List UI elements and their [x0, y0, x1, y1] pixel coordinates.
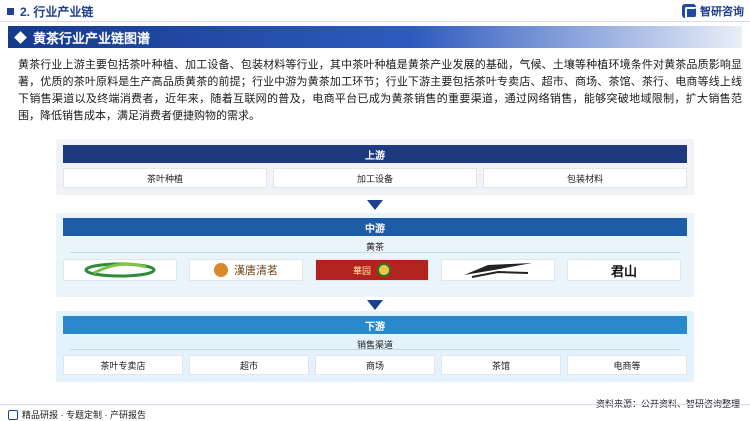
downstream-divider: [70, 349, 680, 350]
down-arrow-icon: [367, 200, 383, 210]
brand-logo: 智研咨询: [682, 3, 744, 19]
footer-divider: [0, 404, 750, 405]
top-bar: 2. 行业产业链: [0, 0, 750, 22]
upstream-item: 包装材料: [483, 168, 687, 188]
section-heading: 黄茶行业产业链图谱: [8, 26, 742, 48]
red-banner-logo-text: 華园: [352, 265, 371, 276]
footer-tagline: 精品研报 · 专题定制 · 产研报告: [22, 410, 146, 420]
page-title: 2. 行业产业链: [20, 4, 94, 19]
emblem-icon: [377, 263, 391, 277]
top-divider: [0, 21, 750, 22]
intro-paragraph: 黄茶行业上游主要包括茶叶种植、加工设备、包装材料等行业，其中茶叶种植是黄茶产业发…: [18, 59, 742, 122]
midstream-panel: 中游 黄茶 漢唐清茗 華园 君山: [56, 213, 694, 297]
brand-logo-icon: [682, 4, 697, 19]
green-swoosh-icon: [84, 262, 156, 278]
brand-name: 智研咨询: [700, 6, 744, 18]
midstream-divider: [70, 252, 680, 253]
downstream-item: 商场: [315, 355, 435, 375]
footer: 精品研报 · 专题定制 · 产研报告: [8, 408, 146, 421]
downstream-panel: 下游 销售渠道 茶叶专卖店 超市 商场 茶馆 电商等: [56, 311, 694, 382]
downstream-item: 电商等: [567, 355, 687, 375]
upstream-header: 上游: [63, 145, 687, 163]
upstream-item: 茶叶种植: [63, 168, 267, 188]
report-icon: [8, 409, 18, 420]
red-banner-tea-logo: 華园: [315, 259, 429, 281]
hanshou-tea-logo: 漢唐清茗: [189, 259, 303, 281]
downstream-item: 茶馆: [441, 355, 561, 375]
downstream-item: 茶叶专卖店: [63, 355, 183, 375]
green-swoosh-logo: [63, 259, 177, 281]
title-marker-icon: [7, 7, 14, 15]
upstream-item: 加工设备: [273, 168, 477, 188]
downstream-header: 下游: [63, 316, 687, 334]
calligraphy-logo: 君山: [567, 259, 681, 281]
calligraphy-logo-text: 君山: [610, 264, 637, 280]
section-title: 黄茶行业产业链图谱: [33, 30, 151, 46]
downstream-item: 超市: [189, 355, 309, 375]
black-wing-logo: [441, 259, 555, 281]
orange-circle-icon: [214, 263, 228, 277]
black-wing-icon: [464, 263, 532, 278]
down-arrow-icon: [367, 300, 383, 310]
upstream-panel: 上游 茶叶种植 加工设备 包装材料: [56, 139, 694, 195]
midstream-header: 中游: [63, 218, 687, 236]
diamond-icon: [14, 30, 27, 44]
hanshou-logo-text: 漢唐清茗: [234, 264, 278, 277]
